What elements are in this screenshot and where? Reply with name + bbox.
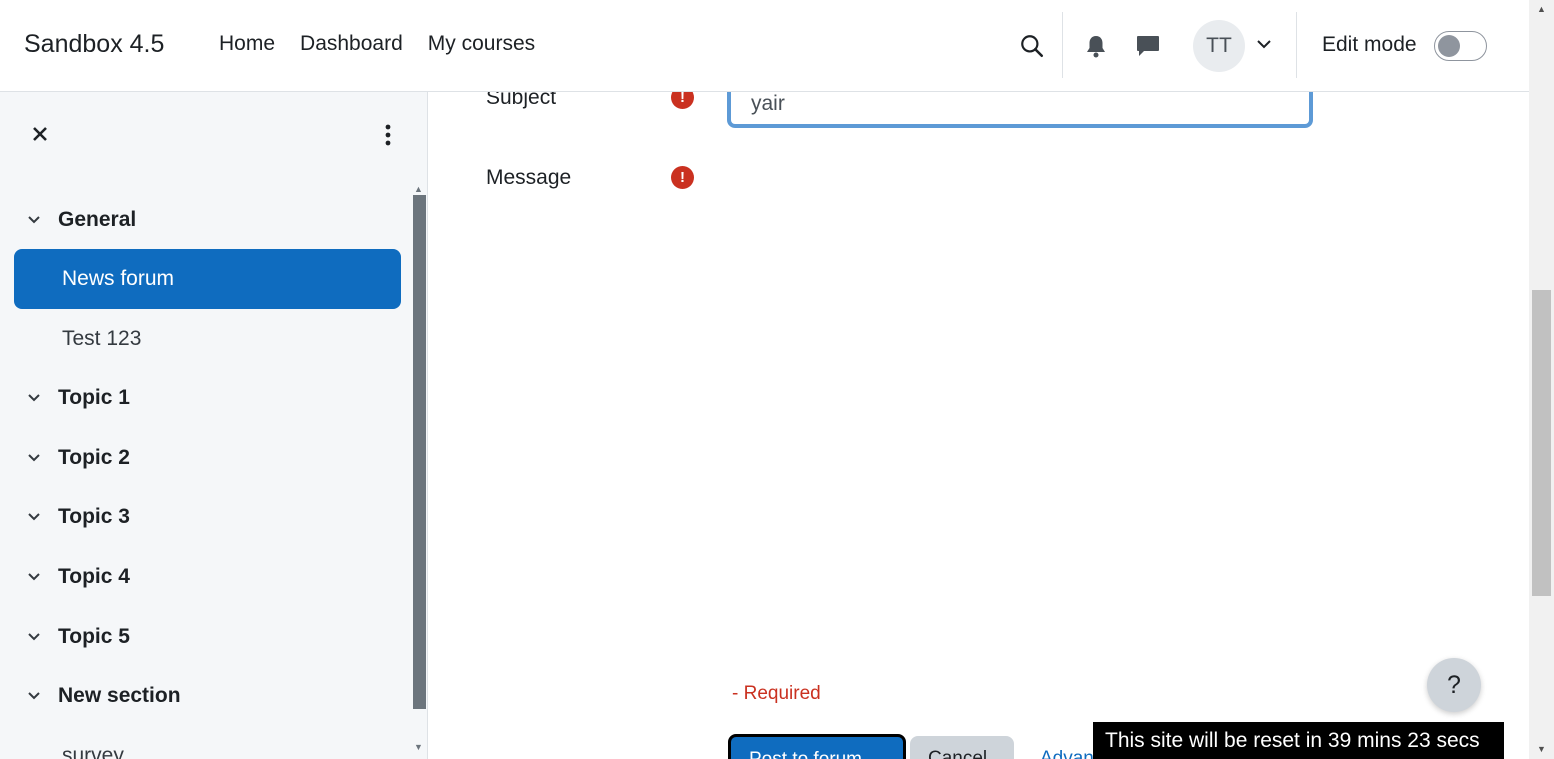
site-brand[interactable]: Sandbox 4.5 <box>24 30 164 59</box>
post-to-forum-button[interactable]: Post to forum <box>728 734 906 759</box>
toggle-knob <box>1438 35 1460 57</box>
subject-label: Subject <box>486 92 557 109</box>
required-icon: ! <box>671 92 694 109</box>
more-options-icon[interactable] <box>377 122 399 153</box>
scroll-down-arrow-icon[interactable]: ▼ <box>414 742 423 752</box>
edit-mode-label: Edit mode <box>1322 33 1417 56</box>
messages-icon[interactable] <box>1128 26 1168 66</box>
scroll-up-arrow-icon[interactable]: ▲ <box>414 184 423 194</box>
scrollbar-thumb[interactable] <box>1532 290 1551 596</box>
user-avatar[interactable]: TT <box>1193 20 1245 72</box>
site-reset-notice: This site will be reset in 39 mins 23 se… <box>1093 722 1504 759</box>
course-activity-survey[interactable]: survey <box>14 726 401 759</box>
section-label: Topic 3 <box>58 505 130 528</box>
chevron-down-icon[interactable] <box>26 450 46 466</box>
nav-link-home[interactable]: Home <box>219 32 275 56</box>
course-section-general[interactable]: General <box>14 190 401 250</box>
course-section-topic-4[interactable]: Topic 4 <box>14 547 401 607</box>
course-section-topic-2[interactable]: Topic 2 <box>14 428 401 488</box>
page-scrollbar[interactable]: ▲ ▼ <box>1529 0 1554 759</box>
search-icon[interactable] <box>1012 26 1052 66</box>
course-section-topic-3[interactable]: Topic 3 <box>14 487 401 547</box>
nav-link-dashboard[interactable]: Dashboard <box>300 32 403 56</box>
chevron-down-icon[interactable] <box>26 212 46 228</box>
primary-nav: Home Dashboard My courses <box>219 32 535 56</box>
post-form: Subject ! Message ! - Required Post to f… <box>428 92 1529 759</box>
cancel-button[interactable]: Cancel <box>910 736 1014 759</box>
bell-icon[interactable] <box>1076 26 1116 66</box>
section-label: Topic 5 <box>58 625 130 648</box>
navbar-divider <box>1062 12 1063 78</box>
section-label: Topic 2 <box>58 446 130 469</box>
top-navbar: Sandbox 4.5 Home Dashboard My courses TT… <box>0 0 1529 92</box>
chevron-down-icon[interactable] <box>26 390 46 406</box>
chevron-down-icon[interactable] <box>26 569 46 585</box>
nav-link-my-courses[interactable]: My courses <box>428 32 535 56</box>
course-activity-news-forum[interactable]: News forum <box>14 249 401 309</box>
subject-input[interactable] <box>727 92 1313 128</box>
scroll-up-arrow-icon[interactable]: ▲ <box>1537 4 1546 14</box>
section-label: Topic 4 <box>58 565 130 588</box>
chevron-down-icon[interactable] <box>26 629 46 645</box>
course-section-topic-5[interactable]: Topic 5 <box>14 607 401 667</box>
message-label: Message <box>486 166 572 189</box>
course-activity-test-123[interactable]: Test 123 <box>14 309 401 369</box>
course-section-new-section[interactable]: New section <box>14 666 401 726</box>
sidebar-scrollbar[interactable] <box>413 195 426 709</box>
required-icon: ! <box>671 166 694 189</box>
course-section-topic-1[interactable]: Topic 1 <box>14 368 401 428</box>
edit-mode-toggle[interactable] <box>1434 31 1487 61</box>
navbar-divider <box>1296 12 1297 78</box>
section-label: Topic 1 <box>58 386 130 409</box>
course-index-drawer: General News forum Test 123 Topic 1 Topi… <box>0 92 428 759</box>
chevron-down-icon[interactable] <box>26 509 46 525</box>
chevron-down-icon[interactable] <box>26 688 46 704</box>
close-icon[interactable] <box>28 122 52 151</box>
scroll-down-arrow-icon[interactable]: ▼ <box>1537 744 1546 754</box>
required-note: - Required <box>732 683 821 704</box>
chevron-down-icon[interactable] <box>1253 33 1275 60</box>
section-label: New section <box>58 684 181 707</box>
section-label: General <box>58 208 137 231</box>
help-button[interactable]: ? <box>1427 658 1481 712</box>
